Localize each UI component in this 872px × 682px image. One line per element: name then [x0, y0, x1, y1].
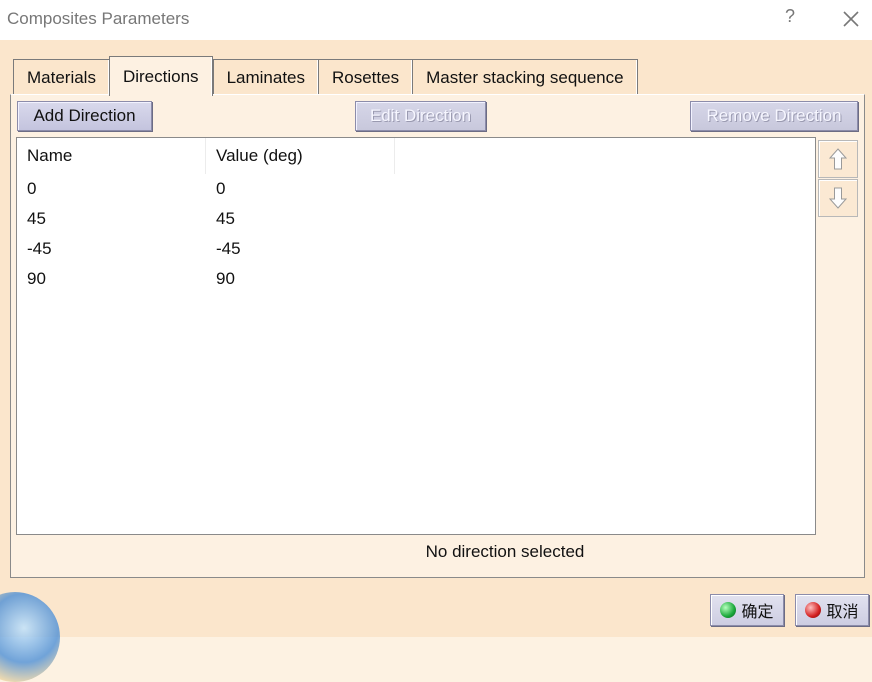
cell-name: 90	[27, 269, 46, 288]
arrow-down-icon	[828, 187, 848, 209]
remove-direction-button[interactable]: Remove Direction	[690, 101, 858, 131]
arrow-up-icon	[828, 148, 848, 170]
tab-bar: Materials Directions Laminates Rosettes …	[13, 56, 638, 96]
ok-indicator-icon	[720, 602, 737, 618]
cell-value: -45	[216, 239, 241, 258]
cancel-label: 取消	[826, 604, 859, 621]
window-title: Composites Parameters	[7, 9, 190, 28]
move-up-button[interactable]	[818, 140, 858, 178]
cell-value: 45	[216, 209, 235, 228]
close-icon	[843, 11, 859, 27]
table-row[interactable]: 0 0	[17, 174, 815, 204]
table-row[interactable]: -45 -45	[17, 234, 815, 264]
cancel-indicator-icon	[805, 602, 822, 618]
title-bar: Composites Parameters ?	[0, 0, 872, 40]
dialog-body: Materials Directions Laminates Rosettes …	[0, 40, 872, 682]
table-row[interactable]: 90 90	[17, 264, 815, 294]
column-header-name[interactable]: Name	[17, 138, 206, 174]
close-button[interactable]	[838, 6, 864, 32]
tab-directions[interactable]: Directions	[108, 56, 213, 96]
help-button[interactable]: ?	[780, 6, 800, 27]
cell-name: 45	[27, 209, 46, 228]
tab-master-stacking-sequence[interactable]: Master stacking sequence	[412, 59, 638, 95]
directions-list[interactable]: Name Value (deg) 0 0 45 45 -45 -45 90 90	[16, 137, 816, 535]
cell-name: 0	[27, 179, 37, 198]
cell-name: -45	[27, 239, 52, 258]
ok-label: 确定	[741, 604, 774, 621]
cell-value: 0	[216, 179, 226, 198]
ok-button[interactable]: 确定	[710, 594, 784, 626]
list-rows: 0 0 45 45 -45 -45 90 90	[17, 174, 815, 294]
tab-laminates[interactable]: Laminates	[212, 59, 318, 95]
tab-materials[interactable]: Materials	[13, 59, 109, 95]
cancel-button[interactable]: 取消	[795, 594, 869, 626]
list-header: Name Value (deg)	[17, 138, 815, 174]
status-text: No direction selected	[425, 542, 585, 561]
table-row[interactable]: 45 45	[17, 204, 815, 234]
cell-value: 90	[216, 269, 235, 288]
column-header-value[interactable]: Value (deg)	[206, 138, 395, 174]
add-direction-button[interactable]: Add Direction	[17, 101, 152, 131]
move-down-button[interactable]	[818, 179, 858, 217]
logo-decoration	[0, 592, 60, 682]
tab-rosettes[interactable]: Rosettes	[318, 59, 413, 95]
edit-direction-button[interactable]: Edit Direction	[355, 101, 486, 131]
